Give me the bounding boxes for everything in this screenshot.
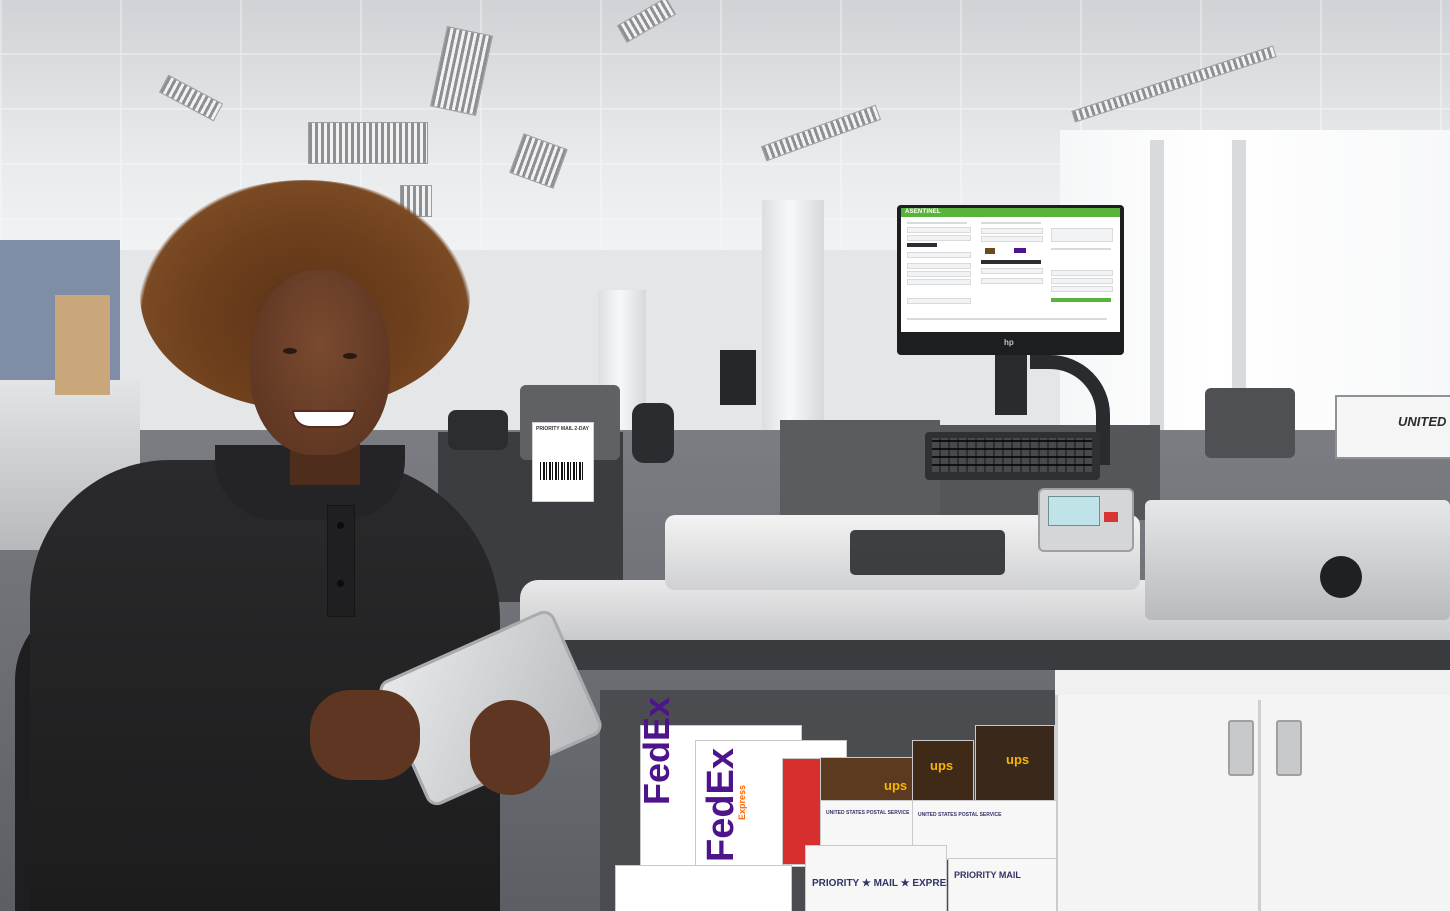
hp-logo: hp <box>1004 338 1014 347</box>
person-eye <box>343 353 357 359</box>
ups-logo <box>985 248 995 254</box>
stop-button <box>1104 512 1118 522</box>
form-field <box>1051 270 1113 276</box>
form-field <box>907 279 971 285</box>
form-field <box>981 228 1043 234</box>
label-barcode <box>540 462 584 480</box>
form-row <box>907 222 967 224</box>
pillar <box>762 200 824 440</box>
envelope-feeder <box>1145 500 1450 620</box>
priority-express-text: PRIORITY ★ MAIL ★ EXPRESS <box>812 878 960 889</box>
form-field <box>981 278 1043 284</box>
grey-cabinets <box>780 420 940 520</box>
bookshelf <box>55 295 110 395</box>
form-field <box>907 235 971 241</box>
mail-tray-text: UNITED <box>1398 414 1447 429</box>
office-chair <box>632 403 674 463</box>
cabinet-divider <box>1258 700 1261 911</box>
form-field <box>907 271 971 277</box>
app-button <box>981 260 1041 264</box>
app-title: ASENTINEL <box>905 209 941 215</box>
ups-logo: ups <box>930 758 954 773</box>
priority-mail-box <box>948 858 1057 911</box>
fedex-box <box>615 865 792 911</box>
shipping-label-text: PRIORITY MAIL 2-DAY <box>536 426 589 432</box>
form-field <box>1051 286 1113 292</box>
ups-logo: ups <box>1006 752 1030 767</box>
barcode-scanner <box>448 410 508 450</box>
form-row <box>1051 248 1111 250</box>
app-footer <box>907 318 1107 320</box>
fedex-logo-text: FedEx <box>700 747 742 862</box>
form-field <box>1051 228 1113 242</box>
back-monitor <box>720 350 756 405</box>
ship-button <box>1051 298 1111 302</box>
app-button <box>907 243 937 247</box>
form-field <box>981 236 1043 242</box>
fedex-logo-text: FedEx <box>636 696 677 805</box>
person-eye <box>283 348 297 354</box>
polo-button <box>337 522 344 529</box>
window-frame <box>1232 140 1246 430</box>
feeder-wheel <box>1320 556 1362 598</box>
person-hand <box>470 700 550 795</box>
fedex-subtitle: Express <box>737 784 747 820</box>
label-printer-right <box>1205 388 1295 458</box>
person-smile <box>292 410 356 428</box>
cabinet-handle <box>1276 720 1302 776</box>
shipping-app-screen: ASENTINEL <box>901 208 1120 332</box>
ups-logo: ups <box>884 778 908 793</box>
countertop <box>470 640 1450 670</box>
usps-logo-text: UNITED STATES POSTAL SERVICE <box>826 810 910 816</box>
form-field <box>907 227 971 233</box>
person-hand <box>310 690 420 780</box>
monitor-arm <box>995 355 1027 415</box>
window-frame <box>1150 140 1164 430</box>
form-field <box>981 268 1043 274</box>
control-panel-screen <box>1048 496 1100 526</box>
cabinet-handle <box>1228 720 1254 776</box>
priority-mail-text: PRIORITY MAIL <box>954 870 1021 880</box>
fedex-logo: FedEx <box>636 697 678 805</box>
polo-button <box>337 580 344 587</box>
ceiling-light <box>308 122 428 164</box>
form-field <box>1051 278 1113 284</box>
form-row <box>981 222 1041 224</box>
usps-logo-text: UNITED STATES POSTAL SERVICE <box>918 812 1002 818</box>
machine-window <box>850 530 1005 575</box>
form-field <box>907 252 971 258</box>
form-field <box>907 263 971 269</box>
usps-box <box>820 800 914 847</box>
office-mailroom-photo: PRIORITY MAIL 2-DAY UNITED ASENTINEL hp … <box>0 0 1450 911</box>
keyboard-keys <box>932 438 1092 472</box>
form-field <box>907 298 971 304</box>
fedex-logo <box>1014 248 1026 253</box>
